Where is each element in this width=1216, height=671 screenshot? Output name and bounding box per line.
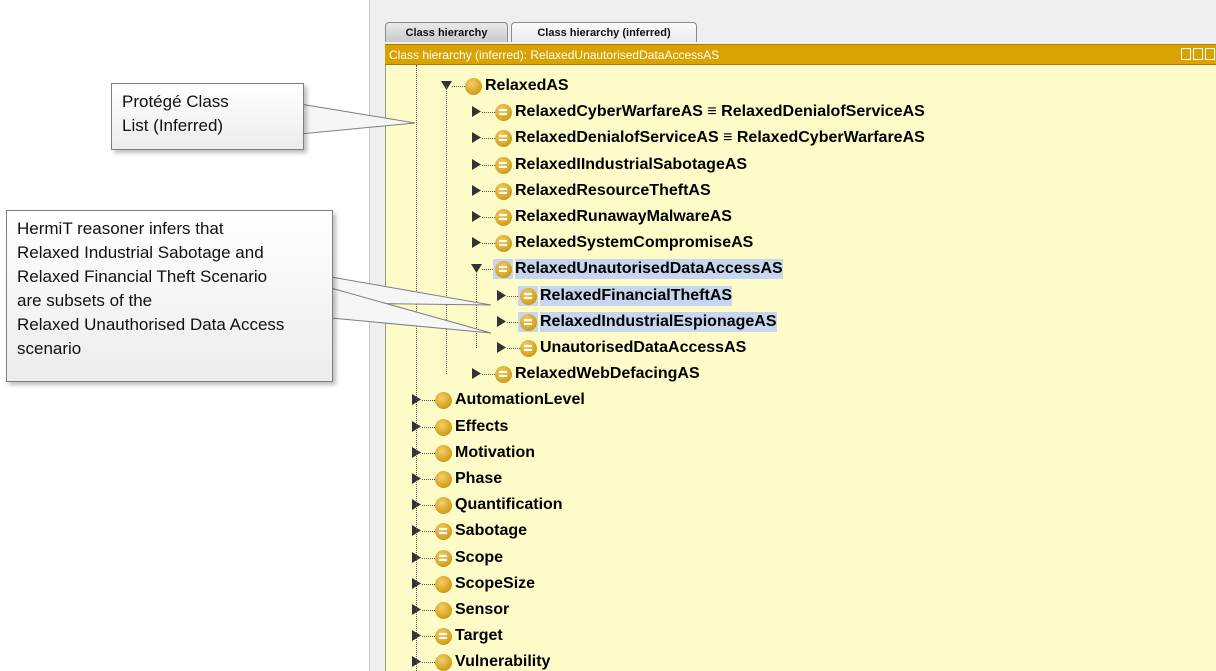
protege-class-list-callout: Protégé Class List (Inferred) (111, 83, 304, 150)
callout-line: Relaxed Industrial Sabotage and (17, 243, 264, 262)
callout-line: are subsets of the (17, 291, 153, 310)
protege-callout-pointer (299, 103, 416, 135)
callout-line: scenario (17, 339, 82, 358)
callout-line: List (Inferred) (122, 116, 224, 135)
hermit-reasoner-callout: HermiT reasoner infers that Relaxed Indu… (6, 210, 333, 382)
callout-line: Relaxed Financial Theft Scenario (17, 267, 268, 286)
callout-line: HermiT reasoner infers that (17, 219, 224, 238)
callout-line: Protégé Class (122, 92, 229, 111)
callout-line: Relaxed Unauthorised Data Access (17, 315, 285, 334)
